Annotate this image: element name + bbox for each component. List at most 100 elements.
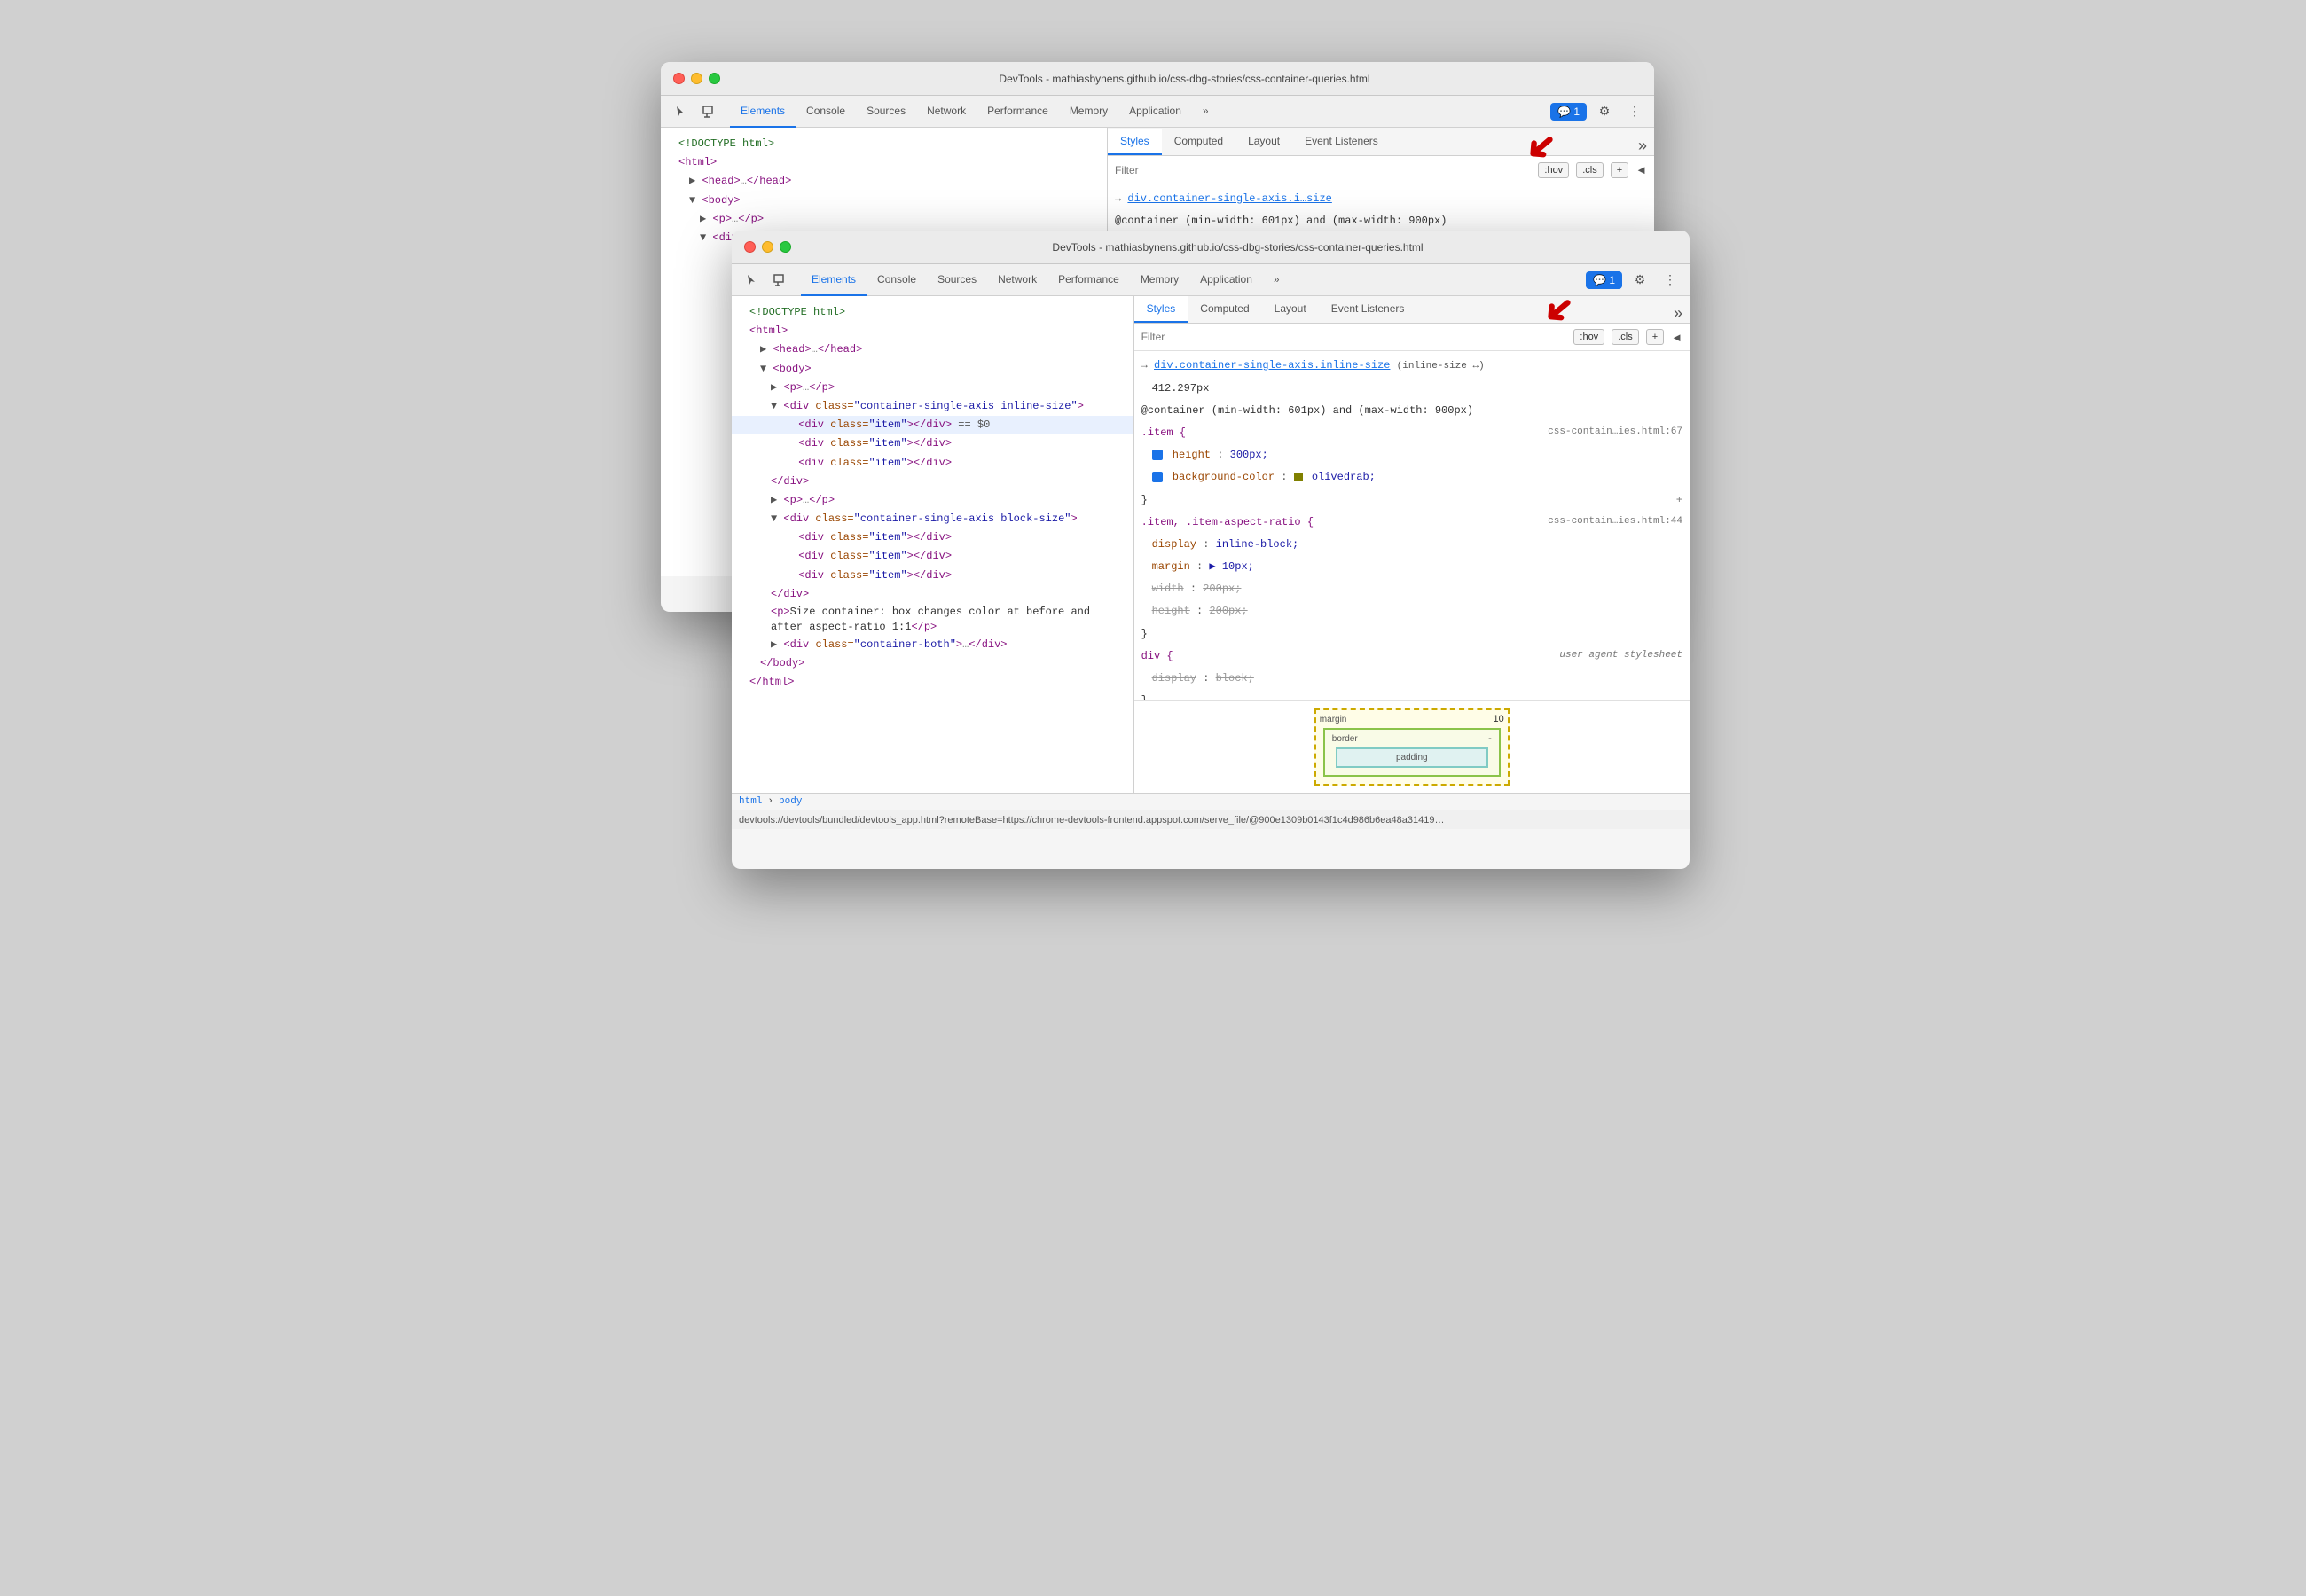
- html-line-div-block-f[interactable]: ▼ <div class="container-single-axis bloc…: [732, 510, 1133, 528]
- chat-button-back[interactable]: 💬 1: [1550, 103, 1587, 121]
- close-button-back[interactable]: [673, 73, 685, 84]
- css-rule-element: → div.container-single-axis.inline-size …: [1134, 355, 1690, 378]
- tab-application-back[interactable]: Application: [1118, 96, 1192, 128]
- border-value: -: [1488, 733, 1492, 744]
- style-tab-layout-front[interactable]: Layout: [1262, 296, 1319, 323]
- html-line-body[interactable]: ▼ <body>: [661, 192, 1107, 210]
- style-tab-styles-front[interactable]: Styles: [1134, 296, 1188, 323]
- menu-icon-back[interactable]: ⋮: [1622, 99, 1647, 124]
- breadcrumb-body[interactable]: body: [779, 796, 802, 807]
- tab-sources-back[interactable]: Sources: [856, 96, 916, 128]
- devtools-body-front: <!DOCTYPE html> <html> ▶ <head>…</head> …: [732, 296, 1690, 793]
- chat-icon-front: 💬: [1593, 274, 1606, 286]
- inspect-icon[interactable]: [696, 99, 721, 124]
- breadcrumb-html[interactable]: html: [739, 796, 762, 807]
- tab-more-front[interactable]: »: [1263, 264, 1290, 296]
- chat-count-front: 1: [1609, 274, 1615, 286]
- hov-button-back[interactable]: :hov: [1538, 162, 1569, 178]
- hov-button-front[interactable]: :hov: [1573, 329, 1604, 345]
- padding-label: padding: [1396, 753, 1428, 763]
- html-line-item6-f[interactable]: <div class="item"></div>: [732, 567, 1133, 585]
- tab-network-front[interactable]: Network: [987, 264, 1047, 296]
- style-tab-event-back[interactable]: Event Listeners: [1292, 129, 1391, 155]
- css-prop-height2: height : 200px;: [1134, 600, 1690, 622]
- styles-panel-front: Styles Computed Layout Event Listeners »…: [1134, 296, 1690, 793]
- cls-button-front[interactable]: .cls: [1612, 329, 1639, 345]
- tab-console-front[interactable]: Console: [867, 264, 927, 296]
- tab-more-back[interactable]: »: [1192, 96, 1220, 128]
- tab-application-front[interactable]: Application: [1189, 264, 1263, 296]
- minimize-button-front[interactable]: [762, 241, 773, 253]
- tab-elements-front[interactable]: Elements: [801, 264, 867, 296]
- tab-sources-front[interactable]: Sources: [927, 264, 987, 296]
- css-rule-at-container-front: @container (min-width: 601px) and (max-w…: [1134, 400, 1690, 422]
- chat-button-front[interactable]: 💬 1: [1586, 271, 1622, 289]
- filter-input-back[interactable]: [1115, 164, 1524, 176]
- tab-performance-back[interactable]: Performance: [977, 96, 1059, 128]
- html-line-body-f[interactable]: ▼ <body>: [732, 360, 1133, 379]
- maximize-button-back[interactable]: [709, 73, 720, 84]
- style-tab-event-front[interactable]: Event Listeners: [1319, 296, 1417, 323]
- style-tab-layout-back[interactable]: Layout: [1235, 129, 1292, 155]
- tab-memory-front[interactable]: Memory: [1130, 264, 1189, 296]
- html-line-item3-f[interactable]: <div class="item"></div>: [732, 454, 1133, 473]
- css-selector-link-1[interactable]: div.container-single-axis.i…size: [1127, 192, 1331, 205]
- html-line-div-both-f[interactable]: ▶ <div class="container-both">…</div>: [732, 636, 1133, 654]
- cursor-icon[interactable]: [668, 99, 693, 124]
- html-line-p1[interactable]: ▶ <p>…</p>: [661, 210, 1107, 229]
- styles-more-front[interactable]: »: [1674, 304, 1690, 323]
- html-line-p1-f[interactable]: ▶ <p>…</p>: [732, 379, 1133, 397]
- add-property-btn[interactable]: +: [1676, 492, 1682, 509]
- tab-console-back[interactable]: Console: [796, 96, 856, 128]
- maximize-button-front[interactable]: [780, 241, 791, 253]
- html-line-item4-f[interactable]: <div class="item"></div>: [732, 528, 1133, 547]
- title-bar-front: DevTools - mathiasbynens.github.io/css-d…: [732, 231, 1690, 264]
- html-line-item5-f[interactable]: <div class="item"></div>: [732, 547, 1133, 566]
- html-line-item2-f[interactable]: <div class="item"></div>: [732, 434, 1133, 453]
- html-line-html-f[interactable]: <html>: [732, 322, 1133, 340]
- styles-more-back[interactable]: »: [1638, 137, 1654, 155]
- traffic-lights-front: [744, 241, 791, 253]
- tab-network-back[interactable]: Network: [916, 96, 977, 128]
- html-line-html[interactable]: <html>: [661, 153, 1107, 172]
- style-tab-computed-back[interactable]: Computed: [1162, 129, 1235, 155]
- cls-button-back[interactable]: .cls: [1576, 162, 1604, 178]
- toolbar-icons-front: [739, 268, 792, 293]
- add-style-button-back[interactable]: +: [1611, 162, 1628, 178]
- close-style-icon-back[interactable]: ◄: [1635, 163, 1647, 176]
- html-line-closebody-f: </body>: [732, 654, 1133, 673]
- html-panel-front[interactable]: <!DOCTYPE html> <html> ▶ <head>…</head> …: [732, 296, 1134, 793]
- tab-memory-back[interactable]: Memory: [1059, 96, 1118, 128]
- chat-count-back: 1: [1573, 106, 1580, 118]
- settings-icon-back[interactable]: ⚙: [1592, 99, 1617, 124]
- html-line-div-inline-f[interactable]: ▼ <div class="container-single-axis inli…: [732, 397, 1133, 416]
- close-button-front[interactable]: [744, 241, 756, 253]
- inspect-icon-front[interactable]: [767, 268, 792, 293]
- tab-elements-back[interactable]: Elements: [730, 96, 796, 128]
- breadcrumb-sep1: ›: [767, 796, 773, 807]
- html-line-head-f[interactable]: ▶ <head>…</head>: [732, 340, 1133, 359]
- checkbox-height[interactable]: [1152, 450, 1163, 460]
- css-prop-margin: margin : ▶ 10px;: [1134, 556, 1690, 578]
- tab-performance-front[interactable]: Performance: [1047, 264, 1130, 296]
- html-line-p3-f: <p>Size container: box changes color at …: [732, 604, 1133, 636]
- html-line-head[interactable]: ▶ <head>…</head>: [661, 172, 1107, 191]
- html-line-item1-f[interactable]: <div class="item"></div> == $0: [732, 416, 1133, 434]
- minimize-button-back[interactable]: [691, 73, 702, 84]
- cursor-icon-front[interactable]: [739, 268, 764, 293]
- tab-list-back: Elements Console Sources Network Perform…: [730, 96, 1220, 127]
- filter-input-front[interactable]: [1141, 331, 1560, 343]
- style-tab-styles-back[interactable]: Styles: [1108, 129, 1162, 155]
- menu-icon-front[interactable]: ⋮: [1658, 268, 1682, 293]
- filter-bar-back: ➜ :hov .cls + ◄: [1108, 156, 1654, 184]
- box-border: border - padding: [1323, 728, 1501, 777]
- css-selector-link-element[interactable]: div.container-single-axis.inline-size: [1154, 359, 1390, 372]
- box-model-section: margin 10 border - padding: [1134, 700, 1690, 793]
- style-tab-computed-front[interactable]: Computed: [1188, 296, 1261, 323]
- add-style-button-front[interactable]: +: [1646, 329, 1664, 345]
- close-style-icon-front[interactable]: ◄: [1671, 331, 1682, 344]
- settings-icon-front[interactable]: ⚙: [1628, 268, 1652, 293]
- css-rule-div-ua: div { user agent stylesheet: [1134, 645, 1690, 668]
- checkbox-bgcolor[interactable]: [1152, 472, 1163, 482]
- html-line-p2-f[interactable]: ▶ <p>…</p>: [732, 491, 1133, 510]
